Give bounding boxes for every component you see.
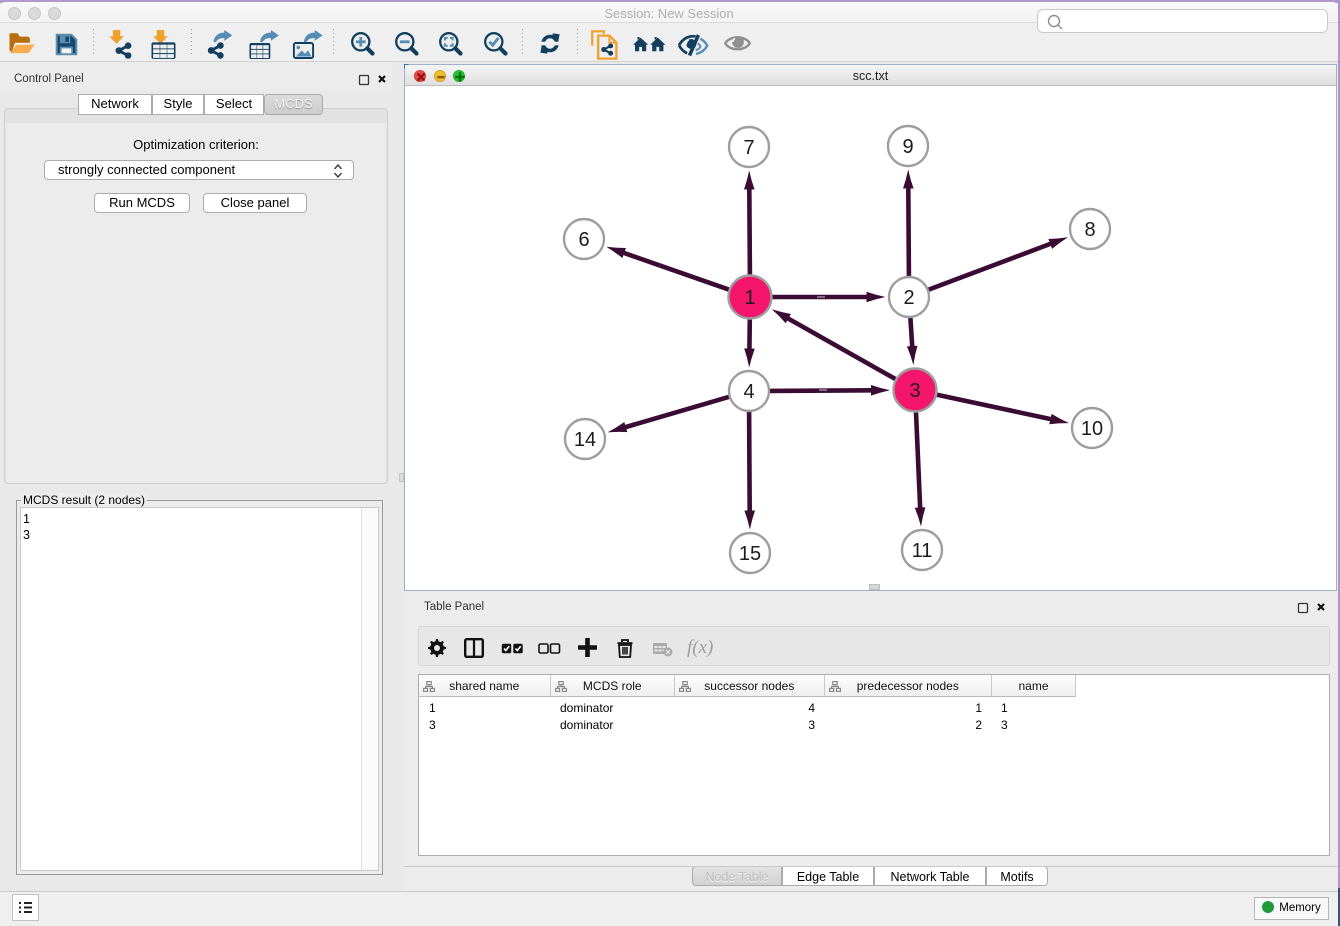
svg-text:14: 14 bbox=[574, 429, 596, 451]
svg-text:6: 6 bbox=[578, 229, 589, 251]
svg-text:4: 4 bbox=[743, 381, 754, 403]
svg-text:1: 1 bbox=[744, 287, 755, 309]
svg-text:3: 3 bbox=[909, 380, 920, 402]
svg-text:8: 8 bbox=[1084, 219, 1095, 241]
svg-text:9: 9 bbox=[902, 136, 913, 158]
svg-text:11: 11 bbox=[912, 540, 933, 562]
svg-text:10: 10 bbox=[1081, 418, 1103, 440]
svg-text:7: 7 bbox=[743, 137, 754, 159]
svg-text:2: 2 bbox=[903, 287, 914, 309]
svg-text:15: 15 bbox=[739, 543, 761, 565]
